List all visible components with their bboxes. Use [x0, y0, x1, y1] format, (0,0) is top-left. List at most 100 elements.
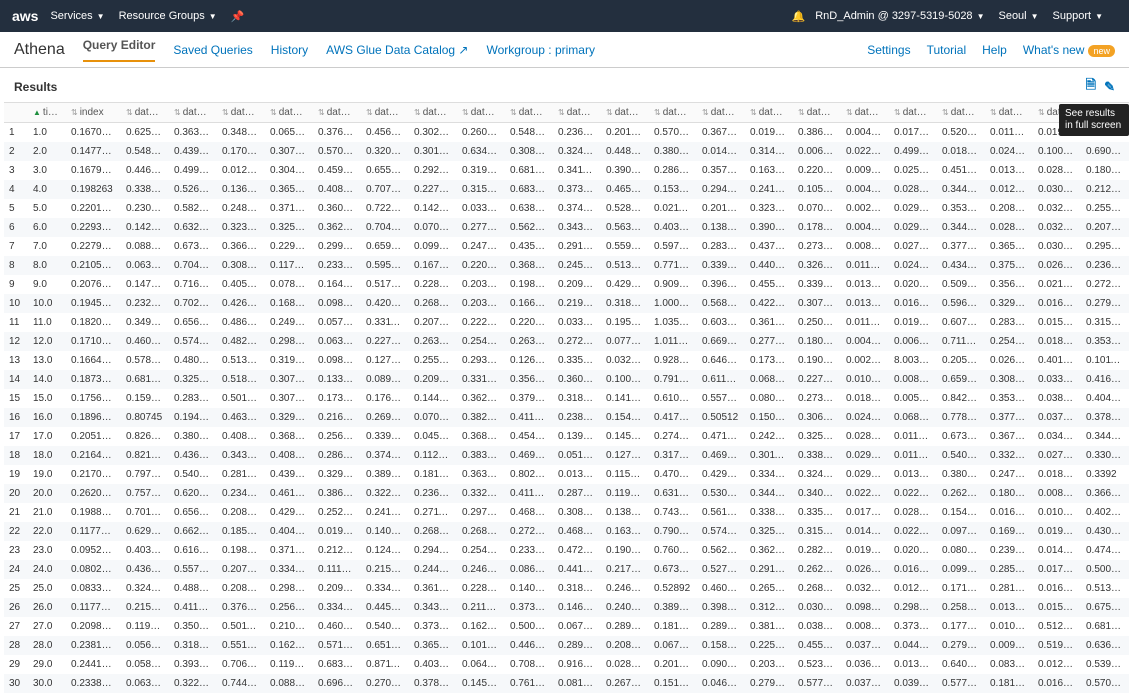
tab-saved-queries[interactable]: Saved Queries [173, 43, 252, 57]
column-header[interactable]: ▲time [28, 103, 66, 123]
table-cell: 0.33247718 [457, 484, 505, 503]
table-cell: 14.0 [28, 370, 66, 389]
column-header[interactable]: ⇅datach6 [361, 103, 409, 123]
table-cell: 0.057307093 [313, 313, 361, 332]
table-cell: 0.4200174 [361, 294, 409, 313]
table-cell: 27.0 [28, 617, 66, 636]
column-header[interactable]: ⇅datach19 [985, 103, 1033, 123]
column-header[interactable]: ⇅datach12 [649, 103, 697, 123]
table-cell: 0.29427816 [697, 180, 745, 199]
tab-workgroup[interactable]: Workgroup : primary [486, 43, 594, 57]
table-cell: 0.045041215 [409, 427, 457, 446]
table-row[interactable]: 44.00.1982630.33811540.52667360.13667442… [4, 180, 1129, 199]
table-body: 11.00.167073190.625059170.363891720.3486… [4, 123, 1129, 694]
table-cell: 0.17103148 [66, 332, 121, 351]
tab-glue-catalog[interactable]: AWS Glue Data Catalog ↗ [326, 43, 468, 57]
aws-logo[interactable]: aws [12, 8, 38, 24]
table-cell: 0.17383604 [745, 351, 793, 370]
column-header[interactable]: ⇅datach4 [265, 103, 313, 123]
table-cell: 0.33423187 [361, 579, 409, 598]
column-header[interactable]: ⇅datach18 [937, 103, 985, 123]
table-row[interactable]: 11.00.167073190.625059170.363891720.3486… [4, 123, 1129, 143]
column-header[interactable]: ⇅datach9 [505, 103, 553, 123]
table-row[interactable]: 2525.00.0833575650.32497070.488030260.20… [4, 579, 1129, 598]
column-header[interactable]: ⇅datach8 [457, 103, 505, 123]
table-row[interactable]: 33.00.167933060.44602910.49945080.012216… [4, 161, 1129, 180]
table-cell: 0.098514855 [313, 294, 361, 313]
table-row[interactable]: 99.00.207638760.14741270.716512740.40535… [4, 275, 1129, 294]
download-icon[interactable]: 🗎 [1086, 76, 1096, 98]
table-row[interactable]: 2323.00.0952490740.40396660.616233170.19… [4, 541, 1129, 560]
table-row[interactable]: 66.00.229302190.142050370.632354650.3230… [4, 218, 1129, 237]
table-cell: 0.012216466 [217, 161, 265, 180]
table-row[interactable]: 2626.00.1177160150.215023250.411033920.3… [4, 598, 1129, 617]
table-row[interactable]: 1919.00.217096810.79757390.5408810.28174… [4, 465, 1129, 484]
table-cell: 0.06520922 [265, 123, 313, 143]
table-cell: 0.34112396 [553, 161, 601, 180]
tab-query-editor[interactable]: Query Editor [83, 38, 156, 62]
help-link[interactable]: Help [982, 43, 1007, 57]
table-row[interactable]: 1717.00.205191280.826928260.380111040.40… [4, 427, 1129, 446]
table-cell: 0.10117250 [1081, 351, 1129, 370]
table-row[interactable]: 1515.00.175630960.159412230.283822180.50… [4, 389, 1129, 408]
table-cell: 0.30232613 [409, 123, 457, 143]
aws-top-nav: aws Services▼ Resource Groups▼ 📌 🔔 RnD_A… [0, 0, 1129, 32]
settings-link[interactable]: Settings [867, 43, 910, 57]
table-row[interactable]: 2929.00.244187180.0581270810.3936520.706… [4, 655, 1129, 674]
column-header[interactable] [4, 103, 28, 123]
table-row[interactable]: 1616.00.189618040.807450.194217030.46324… [4, 408, 1129, 427]
table-row[interactable]: 55.00.220193370.230100130.5820180.248729… [4, 199, 1129, 218]
column-header[interactable]: ⇅index [66, 103, 121, 123]
column-header[interactable]: ⇅datach16 [841, 103, 889, 123]
table-cell: 0.4365742 [121, 560, 169, 579]
table-row[interactable]: 1414.00.187367050.68124030.325007680.518… [4, 370, 1129, 389]
column-header[interactable]: ⇅datach14 [745, 103, 793, 123]
column-header[interactable]: ⇅datach10 [553, 103, 601, 123]
column-header[interactable]: ⇅datach2 [169, 103, 217, 123]
notifications-icon[interactable]: 🔔 [792, 10, 806, 23]
pin-icon[interactable]: 📌 [231, 10, 245, 23]
table-cell: 0.37703007 [985, 408, 1033, 427]
table-row[interactable]: 1212.00.171031480.460264830.574866040.48… [4, 332, 1129, 351]
region-menu[interactable]: Seoul▼ [998, 10, 1038, 22]
column-header[interactable]: ⇅datach15 [793, 103, 841, 123]
column-header[interactable]: ⇅datach1 [121, 103, 169, 123]
table-cell: 0.22858108 [457, 579, 505, 598]
table-row[interactable]: 1111.00.182008780.349233830.65678910.486… [4, 313, 1129, 332]
table-row[interactable]: 2020.00.262064680.757403830.62089650.234… [4, 484, 1129, 503]
table-row[interactable]: 22.00.14778790.54831540.439726540.170197… [4, 142, 1129, 161]
tutorial-link[interactable]: Tutorial [927, 43, 967, 57]
table-cell: 0.23673251 [553, 123, 601, 143]
table-row[interactable]: 2828.00.238199750.056343450.318212550.55… [4, 636, 1129, 655]
table-row[interactable]: 2121.00.198813060.70185410.65670840.2085… [4, 503, 1129, 522]
column-header[interactable]: ⇅datach3 [217, 103, 265, 123]
fullscreen-icon[interactable]: ✎ [1104, 79, 1115, 95]
table-cell: 0.068295462 [889, 408, 937, 427]
table-row[interactable]: 1010.00.194532330.23229630.7029820.42602… [4, 294, 1129, 313]
table-cell: 0.018902547 [1033, 465, 1081, 484]
table-cell: 0.6406687 [937, 655, 985, 674]
column-header[interactable]: ⇅datach5 [313, 103, 361, 123]
services-menu[interactable]: Services▼ [50, 10, 104, 22]
table-cell: 0.4086876 [313, 180, 361, 199]
table-cell: 0.41720915 [649, 408, 697, 427]
table-row[interactable]: 77.00.227920480.08898930.673875170.36625… [4, 237, 1129, 256]
table-row[interactable]: 2727.00.209879820.119702140.350960570.50… [4, 617, 1129, 636]
whatsnew-link[interactable]: What's newnew [1023, 43, 1115, 57]
table-row[interactable]: 88.00.210571020.063662310.704183760.3081… [4, 256, 1129, 275]
account-menu[interactable]: RnD_Admin @ 3297-5319-5028▼ [815, 10, 984, 22]
column-header[interactable]: ⇅datach7 [409, 103, 457, 123]
table-row[interactable]: 2424.00.0802822330.43657420.55764050.207… [4, 560, 1129, 579]
table-row[interactable]: 1313.00.166440770.578351740.480277070.51… [4, 351, 1129, 370]
table-row[interactable]: 1818.00.216458930.821864850.43681750.343… [4, 446, 1129, 465]
tab-history[interactable]: History [271, 43, 308, 57]
column-header[interactable]: ⇅datach13 [697, 103, 745, 123]
column-header[interactable]: ⇅datach11 [601, 103, 649, 123]
table-row[interactable]: 2222.00.117733830.62998290.662183740.185… [4, 522, 1129, 541]
table-cell: 0.26570703 [745, 579, 793, 598]
support-menu[interactable]: Support▼ [1053, 10, 1103, 22]
table-row[interactable]: 3030.00.233808010.06307070.3224910.74429… [4, 674, 1129, 693]
resource-groups-menu[interactable]: Resource Groups▼ [119, 10, 217, 22]
column-header[interactable]: ⇅datach17 [889, 103, 937, 123]
table-cell: 7.0 [28, 237, 66, 256]
